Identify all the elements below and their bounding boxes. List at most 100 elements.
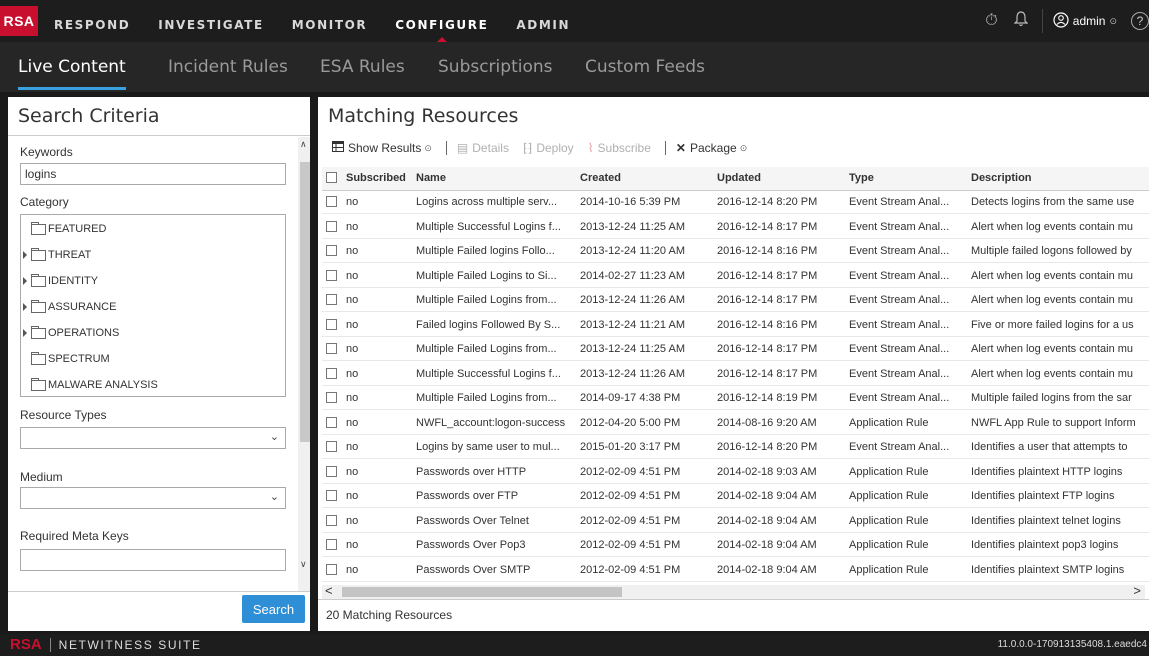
table-row[interactable]: no Multiple Failed Logins from... 2013-12-… xyxy=(322,289,1149,312)
table-cell: no xyxy=(346,490,359,502)
table-row[interactable]: no NWFL_account:logon-success 2012-04-20 5… xyxy=(322,412,1149,435)
medium-select[interactable]: ⌄ xyxy=(20,487,286,509)
row-checkbox[interactable] xyxy=(326,367,337,379)
table-cell: Identifies plaintext HTTP logins xyxy=(971,465,1123,478)
table-cell: Identifies plaintext SMTP logins xyxy=(971,563,1125,576)
column-header[interactable]: Description xyxy=(971,167,1032,190)
category-item[interactable]: ASSURANCE xyxy=(23,299,116,313)
tab-subscriptions[interactable]: Subscriptions xyxy=(438,42,552,92)
nav-item-admin[interactable]: ADMIN xyxy=(516,0,570,42)
table-row[interactable]: no Multiple Failed logins Follo... 2013-12… xyxy=(322,240,1149,263)
scroll-down-icon[interactable]: ∨ xyxy=(300,559,307,570)
scrollbar-thumb[interactable] xyxy=(342,587,622,597)
expand-arrow-icon[interactable] xyxy=(23,329,27,337)
category-item[interactable]: SPECTRUM xyxy=(31,351,110,365)
table-cell: Multiple Failed logins Follo... xyxy=(416,245,555,257)
table-row[interactable]: no Passwords Over Telnet 2012-02-09 4:51 P… xyxy=(322,510,1149,533)
row-checkbox[interactable] xyxy=(326,318,337,330)
table-cell: Event Stream Anal... xyxy=(849,392,950,404)
scrollbar-thumb[interactable] xyxy=(300,162,310,442)
tab-incident-rules[interactable]: Incident Rules xyxy=(168,42,288,92)
row-checkbox[interactable] xyxy=(326,441,337,452)
required-meta-keys-input[interactable] xyxy=(20,549,286,571)
table-row[interactable]: no Failed logins Followed By S... 2013-12-… xyxy=(322,314,1149,337)
row-checkbox[interactable] xyxy=(326,294,337,305)
column-header[interactable]: Subscribed xyxy=(346,167,406,190)
row-checkbox[interactable] xyxy=(326,465,337,477)
expand-arrow-icon[interactable] xyxy=(23,277,27,285)
table-row[interactable]: no Logins by same user to mul... 2015-01-2… xyxy=(322,436,1149,459)
package-button[interactable]: ✕ Package ⊙ xyxy=(676,141,747,155)
expand-arrow-icon[interactable] xyxy=(23,303,27,311)
subscribe-button[interactable]: ⌇ Subscribe xyxy=(588,141,651,155)
row-checkbox[interactable] xyxy=(326,245,337,256)
show-results-button[interactable]: Show Results ⊙ xyxy=(332,141,432,155)
row-checkbox[interactable] xyxy=(326,539,337,550)
nav-item-respond[interactable]: RESPOND xyxy=(54,0,130,42)
search-button[interactable]: Search xyxy=(242,595,305,623)
table-cell: 2016-12-14 8:17 PM xyxy=(717,367,818,380)
table-cell: 2012-02-09 4:51 PM xyxy=(580,490,681,502)
table-row[interactable]: no Multiple Failed Logins to Si... 2014-02… xyxy=(322,265,1149,288)
deploy-button[interactable]: ⁅⁆ Deploy xyxy=(523,141,574,155)
column-header[interactable]: Created xyxy=(580,167,621,190)
table-cell: Alert when log events contain mu xyxy=(971,220,1134,233)
row-checkbox[interactable] xyxy=(326,514,337,526)
table-cell: 2014-02-27 11:23 AM xyxy=(580,269,685,282)
row-checkbox[interactable] xyxy=(326,490,337,501)
row-checkbox[interactable] xyxy=(326,416,337,428)
category-item[interactable]: FEATURED xyxy=(31,221,106,235)
table-cell: 2012-02-09 4:51 PM xyxy=(580,465,681,478)
category-item[interactable]: IDENTITY xyxy=(23,273,98,287)
tab-live-content[interactable]: Live Content xyxy=(18,42,126,92)
row-checkbox[interactable] xyxy=(326,196,337,207)
scroll-left-icon[interactable]: < xyxy=(325,583,333,598)
keywords-input[interactable]: logins xyxy=(20,163,286,185)
matching-resources-title: Matching Resources xyxy=(328,105,519,127)
details-button[interactable]: ▤ Details xyxy=(457,141,509,155)
nav-item-configure[interactable]: CONFIGURE xyxy=(395,0,488,42)
table-row[interactable]: no Multiple Successful Logins f... 2013-12… xyxy=(322,216,1149,239)
row-checkbox[interactable] xyxy=(326,269,337,281)
expand-arrow-icon[interactable] xyxy=(23,251,27,259)
table-row[interactable]: no Multiple Failed Logins from... 2014-09-… xyxy=(322,387,1149,410)
table-row[interactable]: no Multiple Successful Logins f... 2013-12… xyxy=(322,363,1149,386)
category-item[interactable]: MALWARE ANALYSIS xyxy=(31,377,158,391)
row-checkbox[interactable] xyxy=(326,343,337,354)
version-label: 11.0.0.0-170913135408.1.eaedc4 xyxy=(997,639,1147,650)
table-row[interactable]: no Logins across multiple serv... 2014-10-… xyxy=(322,191,1149,214)
divider xyxy=(318,599,1149,600)
table-cell: Multiple Failed Logins from... xyxy=(416,294,557,306)
table-row[interactable]: no Passwords Over SMTP 2012-02-09 4:51 PM 2… xyxy=(322,559,1149,582)
table-row[interactable]: no Passwords over FTP 2012-02-09 4:51 PM 20… xyxy=(322,485,1149,508)
table-row[interactable]: no Passwords Over Pop3 2012-02-09 4:51 PM 2… xyxy=(322,534,1149,557)
table-cell: 2016-12-14 8:17 PM xyxy=(717,343,818,355)
tab-esa-rules[interactable]: ESA Rules xyxy=(320,42,405,92)
row-checkbox[interactable] xyxy=(326,392,337,403)
resource-types-select[interactable]: ⌄ xyxy=(20,427,286,449)
column-header[interactable]: Updated xyxy=(717,167,761,190)
category-item[interactable]: THREAT xyxy=(23,247,91,261)
nav-item-monitor[interactable]: MONITOR xyxy=(292,0,367,42)
tab-custom-feeds[interactable]: Custom Feeds xyxy=(585,42,705,92)
column-header[interactable]: Type xyxy=(849,167,874,190)
matching-resources-panel: Matching Resources Show Results ⊙ ▤ Deta… xyxy=(318,97,1149,631)
user-menu[interactable]: admin ⊙ xyxy=(1041,9,1117,33)
scroll-up-icon[interactable]: ∧ xyxy=(300,139,307,150)
nav-item-investigate[interactable]: INVESTIGATE xyxy=(158,0,263,42)
help-icon[interactable]: ? xyxy=(1131,12,1149,30)
timer-icon[interactable]: ⏱ xyxy=(985,12,997,30)
table-cell: Identifies plaintext pop3 logins xyxy=(971,539,1119,551)
horizontal-scrollbar[interactable]: < > xyxy=(322,583,1145,599)
chevron-down-icon: ⊙ xyxy=(1109,15,1117,26)
select-all-checkbox[interactable] xyxy=(326,172,337,183)
row-checkbox[interactable] xyxy=(326,220,337,232)
table-row[interactable]: no Multiple Failed Logins from... 2013-12-… xyxy=(322,338,1149,361)
column-header[interactable]: Name xyxy=(416,167,446,190)
bell-icon[interactable] xyxy=(1013,10,1029,32)
table-cell: Application Rule xyxy=(849,490,929,502)
row-checkbox[interactable] xyxy=(326,563,337,575)
table-row[interactable]: no Passwords over HTTP 2012-02-09 4:51 PM 2… xyxy=(322,461,1149,484)
category-item[interactable]: OPERATIONS xyxy=(23,325,119,339)
scroll-right-icon[interactable]: > xyxy=(1133,583,1141,598)
